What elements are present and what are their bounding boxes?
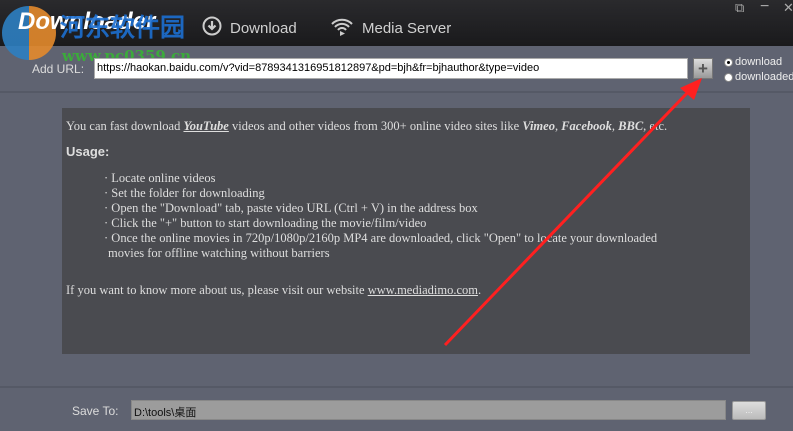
annotation-arrow (443, 78, 702, 347)
